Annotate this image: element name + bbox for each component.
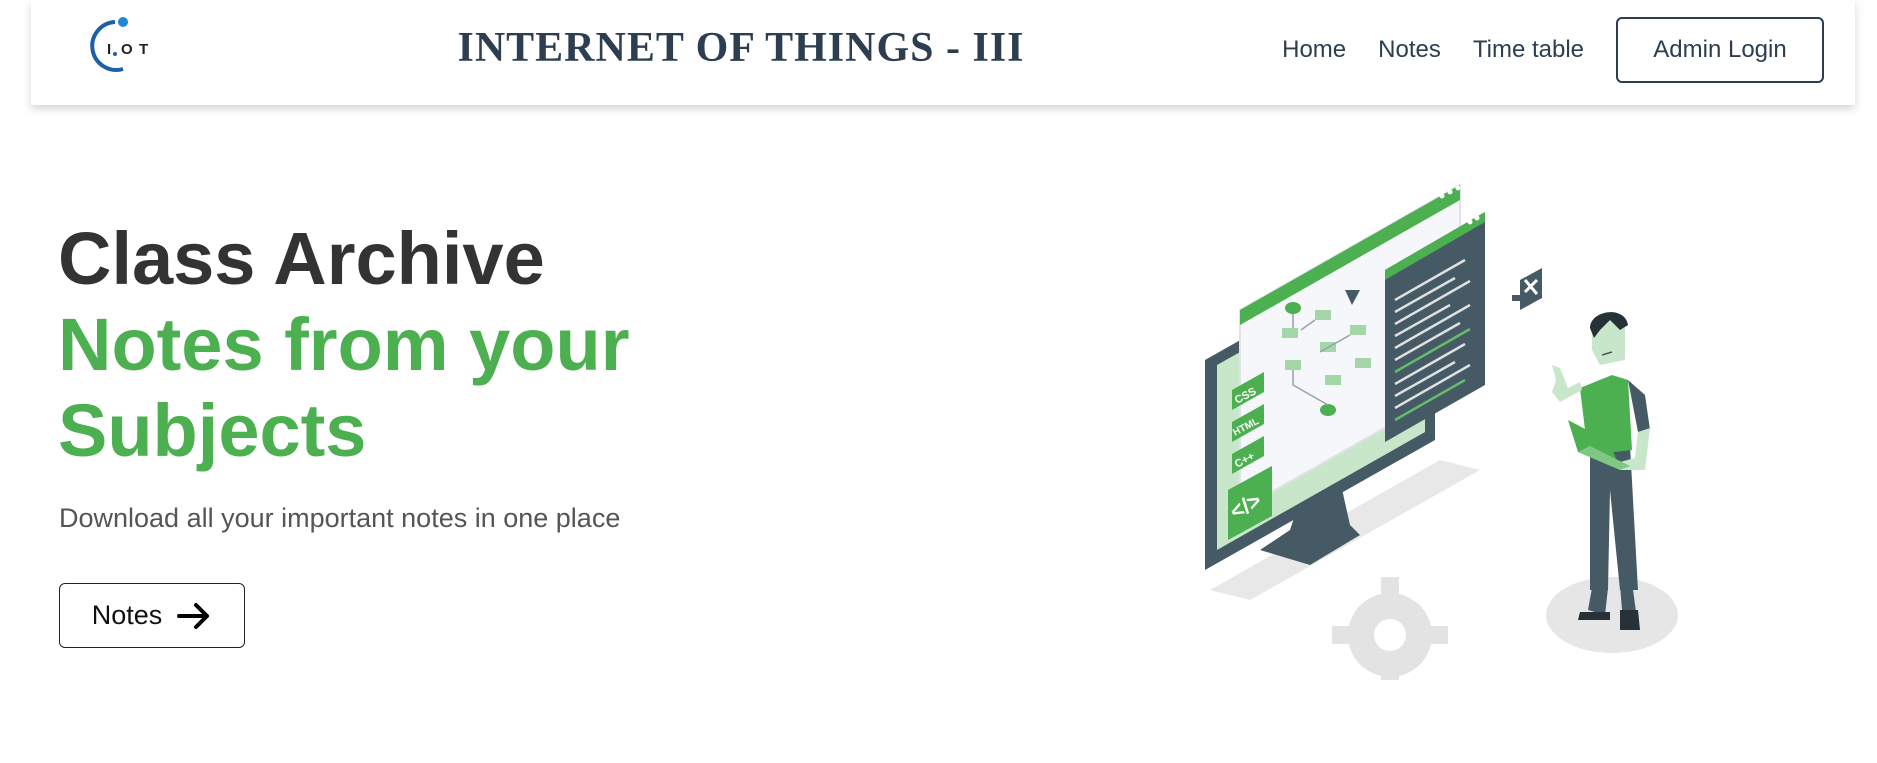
notes-button-label: Notes xyxy=(91,600,163,630)
nav-link-home[interactable]: Home xyxy=(1282,36,1346,64)
logo-icon: I O T xyxy=(90,17,148,72)
gear-icon xyxy=(1332,577,1448,693)
admin-login-button[interactable]: Admin Login xyxy=(1616,17,1824,83)
nav-link-notes[interactable]: Notes xyxy=(1378,36,1441,64)
notes-button[interactable]: Notes xyxy=(59,583,245,648)
logo-letter-o: O xyxy=(121,41,133,58)
hero-subtitle: Download all your important notes in one… xyxy=(59,503,621,533)
logo-letter-t: T xyxy=(139,41,148,58)
developer-illustration: CSS HTML C++ </> xyxy=(1180,170,1700,693)
navbar: I O T INTERNET OF THINGS - III Home Note… xyxy=(31,0,1855,105)
hero-tagline: Notes from your Subjects xyxy=(58,303,630,472)
hero-title: Class Archive xyxy=(58,217,545,300)
logo-letter-i: I xyxy=(107,41,111,58)
nav-links: Home Notes Time table Admin Login xyxy=(1282,17,1855,83)
developer-illustration-svg: CSS HTML C++ </> xyxy=(1205,183,1678,693)
nav-link-time-table[interactable]: Time table xyxy=(1473,36,1584,64)
person-figure xyxy=(1552,312,1650,630)
arrow-right-icon xyxy=(177,602,210,629)
site-title: INTERNET OF THINGS - III xyxy=(457,25,1025,71)
iot-logo[interactable]: I O T xyxy=(85,14,163,78)
close-icon xyxy=(1512,268,1542,310)
